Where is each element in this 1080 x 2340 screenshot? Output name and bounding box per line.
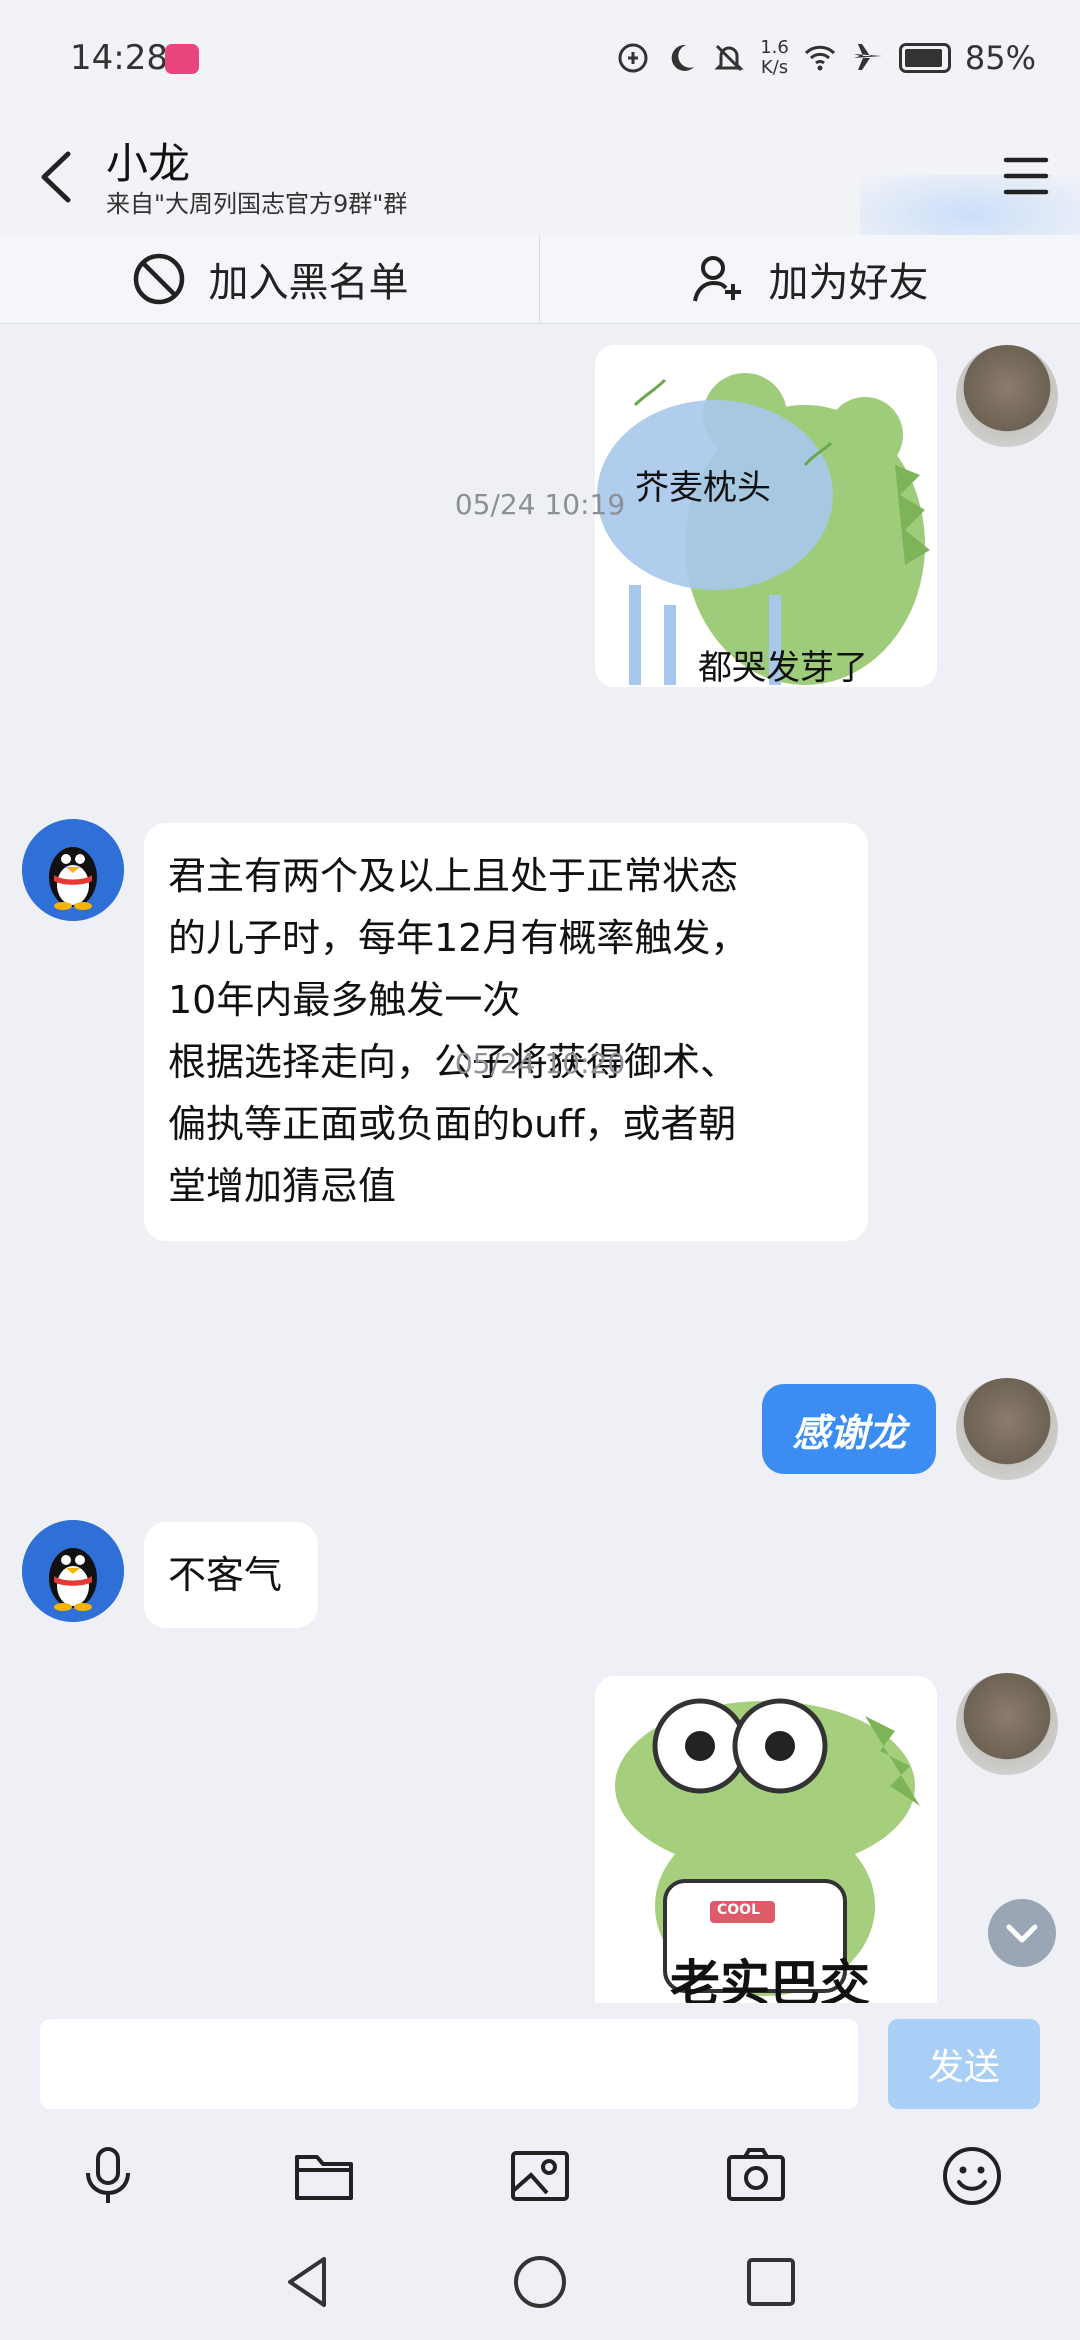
scroll-to-bottom-button[interactable] (988, 1899, 1056, 1967)
sticker-message[interactable]: COOL 老实巴交 (595, 1676, 937, 2003)
moon-icon (671, 44, 695, 71)
message-line: 偏执等正面或负面的buff，或者朝 (168, 1102, 737, 1146)
microphone-icon[interactable] (75, 2143, 141, 2209)
action-bar: 加入黑名单 加为好友 (0, 235, 1080, 324)
self-avatar[interactable] (956, 345, 1058, 447)
chat-message-list[interactable]: 芥麦枕头 都哭发芽了 05/24 10:19 君主有两个及以上且处于正常状态 的… (0, 323, 1080, 2003)
nav-back-icon[interactable] (278, 2251, 340, 2313)
status-icons: 1.6 K/s 85% (616, 38, 1036, 78)
airplane-icon (853, 44, 882, 70)
camera-icon[interactable] (723, 2143, 789, 2209)
message-line: 的儿子时，每年12月有概率触发， (168, 916, 749, 960)
add-user-icon (692, 256, 741, 302)
add-to-blacklist-button[interactable]: 加入黑名单 (0, 235, 539, 323)
sticker-caption: 都哭发芽了 (698, 648, 868, 687)
block-icon (133, 253, 184, 305)
app-badge-icon (165, 44, 199, 74)
add-friend-label: 加为好友 (768, 260, 929, 306)
image-icon[interactable] (507, 2143, 573, 2209)
message-timestamp: 05/24 10:20 (454, 1047, 626, 1080)
outgoing-message-bubble[interactable]: 感谢龙 (762, 1384, 936, 1474)
penguin-icon (22, 1520, 124, 1622)
incoming-message-bubble[interactable]: 不客气 (144, 1522, 318, 1628)
battery-icon (898, 43, 951, 73)
sticker-badge: COOL (717, 1902, 760, 1918)
net-speed-unit: K/s (760, 57, 789, 78)
contact-avatar[interactable] (22, 819, 124, 921)
incoming-message-bubble[interactable]: 君主有两个及以上且处于正常状态 的儿子时，每年12月有概率触发， 10年内最多触… (144, 823, 868, 1241)
self-avatar[interactable] (956, 1378, 1058, 1480)
nav-home-icon[interactable] (509, 2251, 571, 2313)
add-to-blacklist-label: 加入黑名单 (208, 260, 409, 306)
bell-off-icon (714, 44, 744, 72)
penguin-icon (22, 819, 124, 921)
status-time: 14:28 (70, 38, 168, 78)
input-toolbar (0, 2123, 1080, 2229)
back-button[interactable] (28, 142, 88, 212)
data-saver-icon (618, 43, 648, 73)
send-button[interactable]: 发送 (888, 2019, 1040, 2109)
chevron-down-icon (1006, 1924, 1038, 1943)
menu-icon[interactable] (1000, 150, 1052, 202)
message-input[interactable] (40, 2019, 858, 2109)
wifi-icon (804, 45, 835, 71)
message-timestamp: 05/24 10:19 (454, 488, 626, 521)
input-bar: 发送 (0, 2003, 1080, 2123)
message-line: 君主有两个及以上且处于正常状态 (168, 854, 739, 898)
battery-percent: 85% (964, 39, 1036, 77)
message-line: 堂增加猜忌值 (168, 1164, 397, 1208)
message-line: 10年内最多触发一次 (168, 978, 521, 1022)
status-bar: 14:28 1.6 K/s 85% (0, 0, 1080, 120)
net-speed: 1.6 K/s (760, 38, 789, 78)
sticker-caption: 老实巴交 (670, 1955, 870, 2003)
message-text: 不客气 (168, 1553, 283, 1597)
battery-fill (904, 49, 942, 67)
folder-icon[interactable] (291, 2143, 357, 2209)
self-avatar[interactable] (956, 1673, 1058, 1775)
system-nav-bar (0, 2229, 1080, 2340)
chat-subtitle: 来自"大周列国志官方9群"群 (106, 190, 408, 218)
chat-title: 小龙 (106, 139, 191, 188)
chat-header: 小龙 来自"大周列国志官方9群"群 (0, 120, 1080, 255)
contact-avatar[interactable] (22, 1520, 124, 1622)
net-speed-value: 1.6 (760, 37, 789, 58)
emoji-icon[interactable] (939, 2143, 1005, 2209)
message-text: 感谢龙 (791, 1410, 906, 1455)
add-friend-button[interactable]: 加为好友 (540, 235, 1079, 323)
nav-recents-icon[interactable] (740, 2251, 802, 2313)
